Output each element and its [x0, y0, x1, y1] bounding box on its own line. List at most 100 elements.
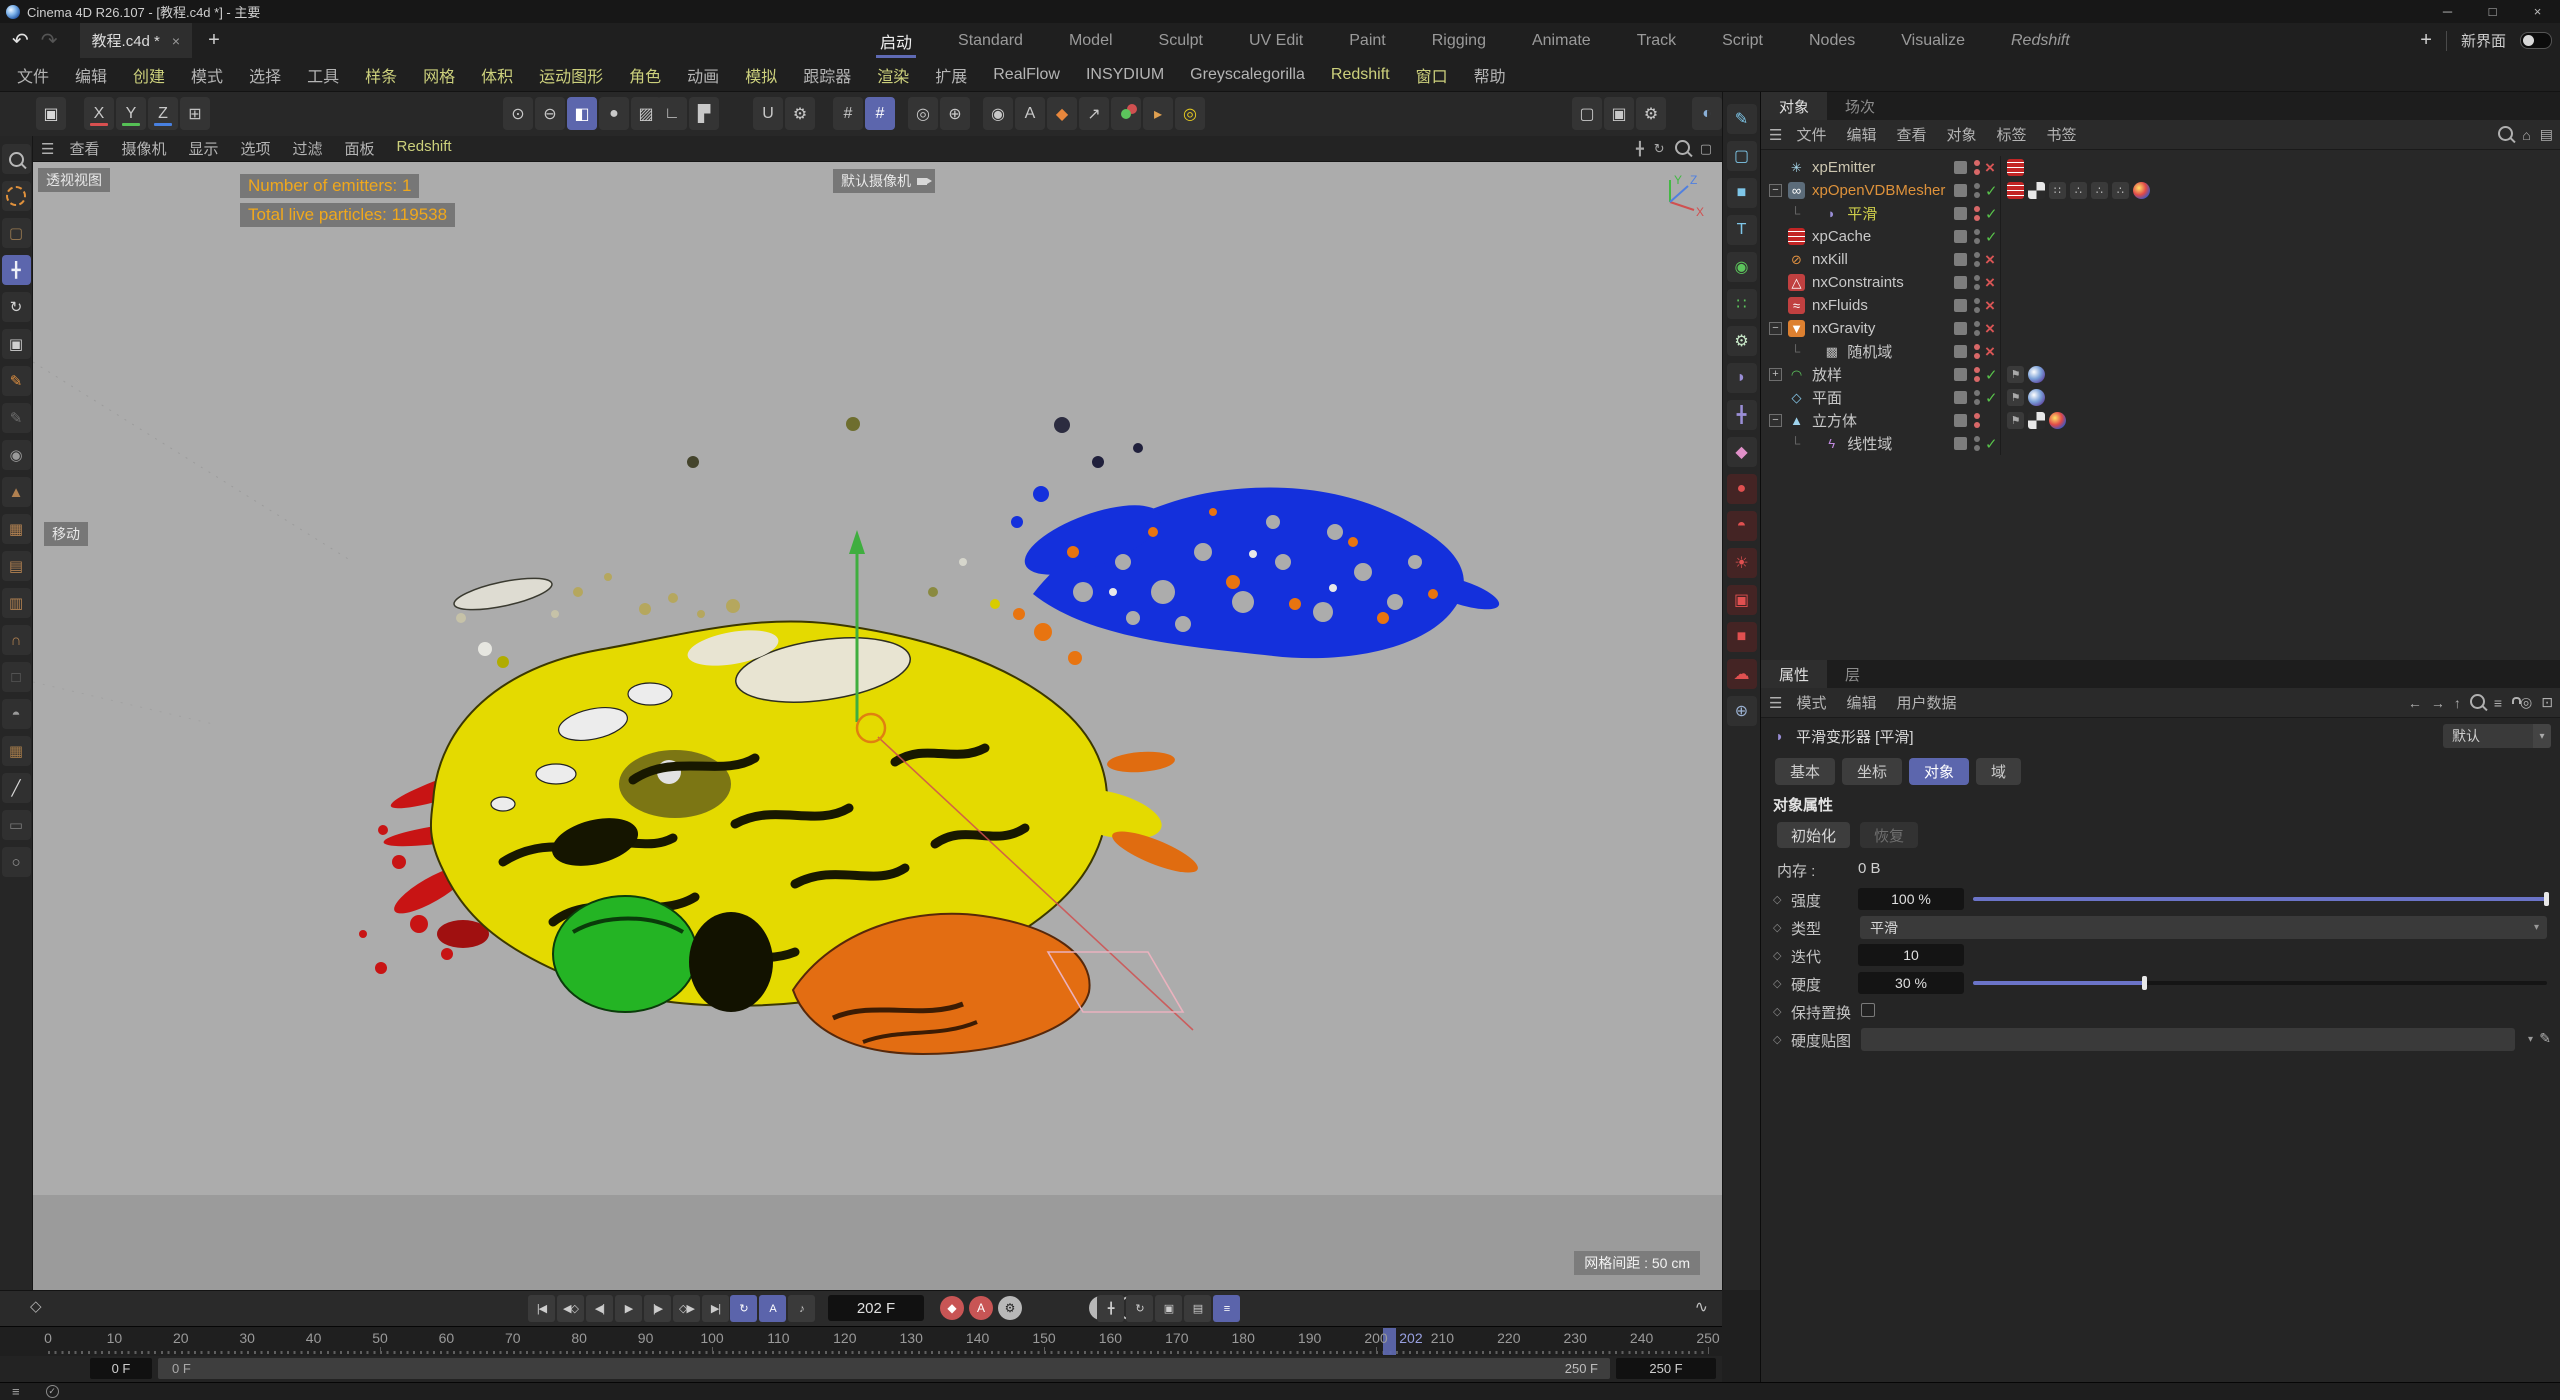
visibility-dots[interactable] — [1974, 413, 1980, 428]
disabled-cross-icon[interactable]: × — [1985, 294, 1995, 317]
menu-帮助[interactable]: 帮助 — [1461, 63, 1519, 87]
layer-chip[interactable] — [1954, 391, 1967, 404]
current-state-button[interactable]: ⊕ — [940, 97, 970, 130]
spline-pen-icon[interactable]: ✎ — [1727, 104, 1757, 134]
scale-tool[interactable]: ▣ — [2, 329, 31, 359]
default-material-button[interactable]: ◐ — [1692, 97, 1722, 130]
object-row-平面[interactable]: ◇平面✓⚑ — [1761, 386, 2560, 409]
param-slider[interactable] — [1973, 897, 2547, 901]
viewport-menu-选项[interactable]: 选项 — [230, 138, 282, 159]
sketch-tool[interactable]: ✎ — [2, 403, 31, 433]
record-scale-button[interactable]: ▣ — [1155, 1295, 1182, 1322]
text-object-icon[interactable]: T — [1727, 215, 1757, 245]
tag-dots-icon[interactable]: ∷ — [2049, 182, 2066, 199]
add-document-button[interactable]: + — [208, 29, 220, 52]
volume-icon[interactable]: ● — [1727, 474, 1757, 504]
plane-cut-tool[interactable]: ▭ — [2, 810, 31, 840]
visibility-dots[interactable] — [1974, 252, 1980, 267]
visibility-dots[interactable] — [1974, 183, 1980, 198]
loop-cut-tool[interactable]: ○ — [2, 847, 31, 877]
cursor-button[interactable]: ▸ — [1143, 97, 1173, 130]
next-frame-button[interactable]: |▶ — [644, 1295, 671, 1322]
om-menu-书签[interactable]: 书签 — [2037, 124, 2087, 145]
primitive-cube-icon[interactable]: ■ — [1727, 178, 1757, 208]
object-row-nxGravity[interactable]: −▼nxGravity× — [1761, 317, 2560, 340]
attr-tab-基本[interactable]: 基本 — [1775, 758, 1835, 785]
cube-add-tool[interactable]: ▦ — [2, 514, 31, 544]
object-row-nxConstraints[interactable]: △nxConstraints× — [1761, 271, 2560, 294]
record-keyframe-button[interactable]: ◆ — [940, 1296, 964, 1320]
disabled-cross-icon[interactable]: × — [1985, 156, 1995, 179]
edges-mode-button[interactable]: ⊖ — [535, 97, 565, 130]
attr-search-icon[interactable] — [2470, 694, 2485, 712]
object-row-放样[interactable]: +◠放样✓⚑ — [1761, 363, 2560, 386]
om-menu-查看[interactable]: 查看 — [1886, 124, 1936, 145]
layer-chip[interactable] — [1954, 368, 1967, 381]
keyframe-selection-button[interactable]: ⚙ — [998, 1296, 1022, 1320]
knife-tool[interactable]: ╱ — [2, 773, 31, 803]
disabled-cross-icon[interactable]: × — [1985, 340, 1995, 363]
quantize-button[interactable]: # — [833, 97, 863, 130]
workspace-tab-Redshift[interactable]: Redshift — [2011, 23, 2070, 58]
export-button[interactable]: ↗ — [1079, 97, 1109, 130]
workspace-tab-Track[interactable]: Track — [1637, 23, 1676, 58]
menu-样条[interactable]: 样条 — [352, 63, 410, 87]
live-selection-tool[interactable] — [2, 181, 31, 211]
environment-icon[interactable]: ■ — [1727, 622, 1757, 652]
enabled-check-icon[interactable]: ✓ — [1985, 179, 1998, 202]
om-menu-对象[interactable]: 对象 — [1937, 124, 1987, 145]
rect-selection-tool[interactable]: ▢ — [2, 218, 31, 248]
object-row-nxFluids[interactable]: ≈nxFluids× — [1761, 294, 2560, 317]
autokey-button[interactable]: A — [969, 1296, 993, 1320]
menu-渲染[interactable]: 渲染 — [864, 63, 922, 87]
tag-checker-icon[interactable] — [2028, 182, 2045, 199]
render-picture-viewer-button[interactable]: ▣ — [1604, 97, 1634, 130]
autokey-range-button[interactable]: A — [759, 1295, 786, 1322]
param-value-field[interactable]: 10 — [1858, 944, 1964, 966]
workspace-tab-Paint[interactable]: Paint — [1349, 23, 1385, 58]
attr-button-初始化[interactable]: 初始化 — [1777, 822, 1850, 848]
viewport-menu-查看[interactable]: 查看 — [58, 138, 110, 159]
range-slider[interactable]: 0 F 250 F — [158, 1358, 1610, 1379]
tag-cache-icon[interactable] — [2007, 159, 2024, 176]
menu-选择[interactable]: 选择 — [236, 63, 294, 87]
enabled-check-icon[interactable]: ✓ — [1985, 363, 1998, 386]
menu-动画[interactable]: 动画 — [674, 63, 732, 87]
zoom-view-icon[interactable] — [1675, 140, 1690, 158]
snap-button[interactable]: U — [753, 97, 783, 130]
workspace-tab-Rigging[interactable]: Rigging — [1432, 23, 1486, 58]
viewport-menu-显示[interactable]: 显示 — [177, 138, 229, 159]
menu-模拟[interactable]: 模拟 — [732, 63, 790, 87]
menu-RealFlow[interactable]: RealFlow — [980, 66, 1073, 84]
om-layout-icon[interactable]: ▤ — [2540, 126, 2553, 143]
function-curves-icon[interactable]: ∿ — [1695, 1297, 1708, 1317]
expander-icon[interactable]: + — [1769, 368, 1782, 381]
expander-icon[interactable]: − — [1769, 184, 1782, 197]
next-key-button[interactable]: ◇▶ — [673, 1295, 700, 1322]
tag-flag-icon[interactable]: ⚑ — [2007, 389, 2024, 406]
deformer-icon[interactable]: ◗ — [1727, 363, 1757, 393]
attr-button-恢复[interactable]: 恢复 — [1860, 822, 1918, 848]
param-value-field[interactable]: 100 % — [1858, 888, 1964, 910]
object-row-立方体[interactable]: −▲立方体⚑ — [1761, 409, 2560, 432]
enabled-check-icon[interactable]: ✓ — [1985, 432, 1998, 455]
menu-文件[interactable]: 文件 — [4, 63, 62, 87]
tag-checker-icon[interactable] — [2028, 412, 2045, 429]
tab-attributes[interactable]: 属性 — [1761, 660, 1827, 688]
range-end-field[interactable]: 250 F — [1616, 1358, 1716, 1379]
visibility-dots[interactable] — [1974, 206, 1980, 221]
redo-button[interactable]: ↷ — [41, 28, 58, 53]
viewport-menu-icon[interactable]: ☰ — [41, 140, 54, 158]
workplane-button[interactable]: ▛ — [689, 97, 719, 130]
document-close-icon[interactable]: × — [172, 33, 180, 49]
slider-knob[interactable] — [2544, 892, 2549, 906]
workspace-tab-Sculpt[interactable]: Sculpt — [1159, 23, 1203, 58]
move-tool[interactable]: ╋ — [2, 255, 31, 285]
camera-label[interactable]: 默认摄像机 — [833, 169, 935, 193]
workspace-tab-Script[interactable]: Script — [1722, 23, 1763, 58]
pen-tool[interactable]: ✎ — [2, 366, 31, 396]
object-row-xpEmitter[interactable]: ✳xpEmitter× — [1761, 156, 2560, 179]
maximize-button[interactable]: □ — [2470, 0, 2515, 23]
quantize-lock-button[interactable]: # — [865, 97, 895, 130]
attr-menu-用户数据[interactable]: 用户数据 — [1886, 692, 1966, 713]
